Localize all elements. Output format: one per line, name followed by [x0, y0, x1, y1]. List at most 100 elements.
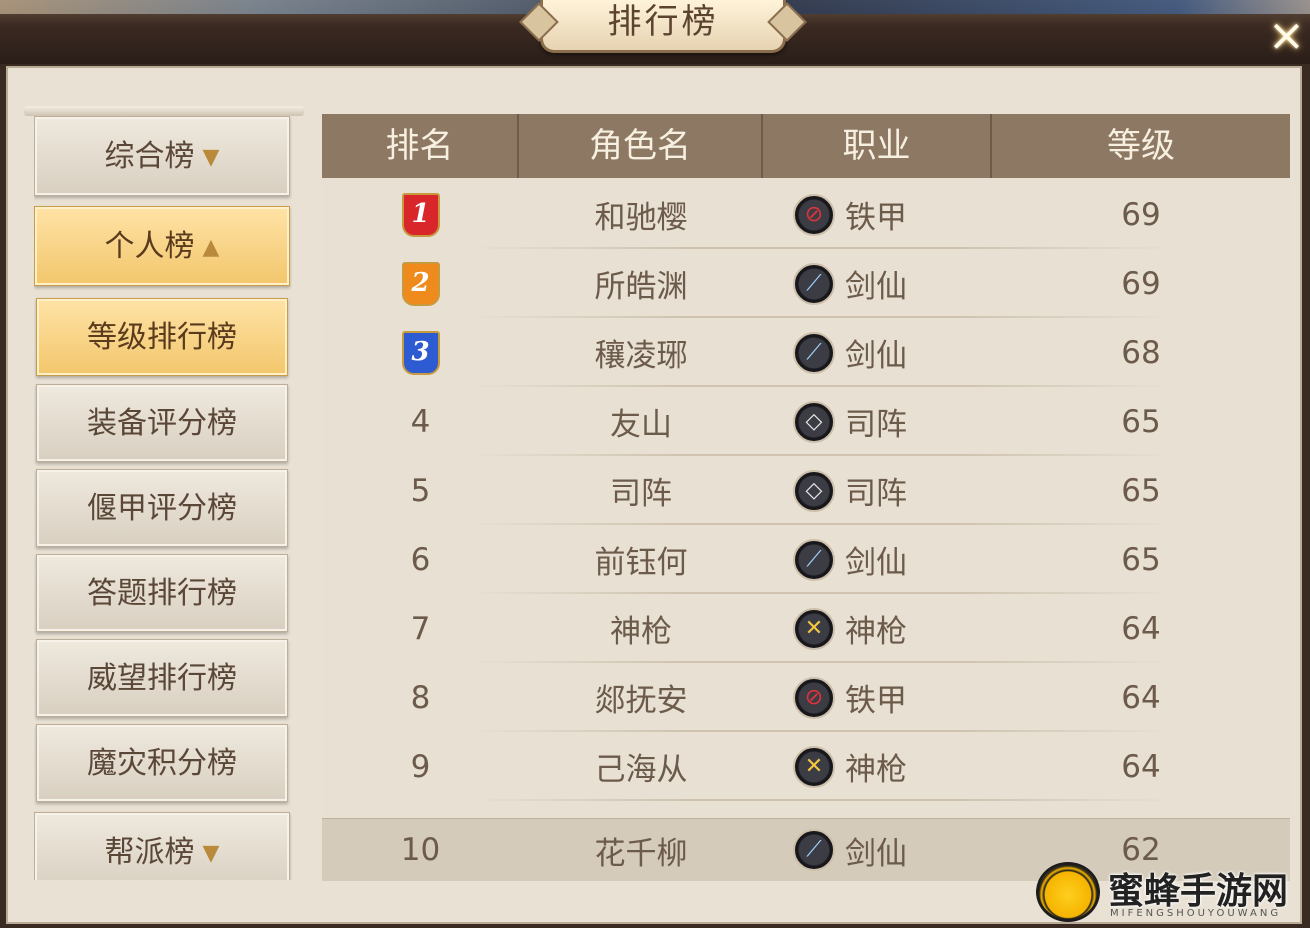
sidebar-item-label: 个人榜: [104, 229, 195, 264]
table-row[interactable]: 7 神枪 ✕ 神枪 64: [322, 594, 1290, 663]
sidebar-item-equipment-rank[interactable]: 装备评分榜: [36, 384, 288, 462]
class-name: 神枪: [845, 614, 907, 650]
class-cell: ⊘ 铁甲: [763, 192, 992, 237]
table-row[interactable]: 4 友山 ◇ 司阵 65: [322, 387, 1290, 456]
ranking-table: 排名 角色名 职业 等级 1 和驰樱 ⊘ 铁甲 69 2 所皓渊 ⟋ 剑仙 69 3 穰凌琊 ⟋ 剑仙 68…: [322, 114, 1290, 881]
sidebar-item-guild[interactable]: 帮派榜 ▼: [34, 812, 290, 880]
sidebar-item-label: 帮派榜: [104, 835, 195, 870]
sidebar-item-personal[interactable]: 个人榜 ▲: [34, 206, 290, 286]
rank-cell: 2: [322, 261, 519, 306]
chevron-down-icon: ▼: [202, 840, 220, 866]
rank-number: 7: [410, 610, 431, 647]
table-row[interactable]: 9 己海从 ✕ 神枪 64: [322, 732, 1290, 801]
rank-cell: 9: [322, 749, 519, 785]
class-cell: ✕ 神枪: [763, 744, 992, 789]
class-cell: ◇ 司阵: [763, 468, 992, 513]
level-value: 69: [1121, 265, 1161, 302]
close-icon[interactable]: ×: [1268, 14, 1305, 58]
sidebar-item-quiz-rank[interactable]: 答题排行榜: [36, 554, 288, 632]
rank-medal-icon: 3: [401, 330, 440, 375]
class-name: 剑仙: [845, 269, 907, 305]
level-value: 65: [1121, 403, 1161, 440]
bee-logo-icon: [1036, 862, 1100, 922]
sizhen-class-icon: ◇: [793, 400, 835, 443]
table-row[interactable]: 1 和驰樱 ⊘ 铁甲 69: [322, 180, 1290, 249]
class-name: 司阵: [845, 407, 907, 443]
character-name: 穰凌琊: [594, 338, 688, 374]
sidebar-item-level-rank[interactable]: 等级排行榜: [36, 298, 288, 376]
sizhen-class-icon: ◇: [793, 469, 835, 512]
class-name: 剑仙: [845, 545, 907, 581]
rank-number: 8: [410, 679, 431, 716]
shenqiang-class-icon: ✕: [793, 607, 835, 650]
class-name: 铁甲: [845, 200, 907, 236]
tiejia-class-icon: ⊘: [793, 676, 835, 719]
header-class: 职业: [763, 114, 992, 178]
watermark-brand: 蜜蜂手游网: [1108, 871, 1289, 912]
window-title: 排行榜: [540, 0, 786, 53]
class-cell: ⟋ 剑仙: [763, 828, 992, 873]
class-cell: ⟋ 剑仙: [763, 330, 992, 375]
rank-cell: 4: [322, 404, 519, 440]
sidebar-item-calamity-rank[interactable]: 魔灾积分榜: [36, 724, 288, 802]
class-name: 铁甲: [845, 683, 907, 719]
sidebar-item-prestige-rank[interactable]: 威望排行榜: [36, 639, 288, 717]
category-sidebar: 综合榜 ▼ 个人榜 ▲ 等级排行榜 装备评分榜 偃甲评分榜 答题排行榜 威望排行榜 …: [34, 116, 292, 880]
rank-number: 9: [410, 748, 431, 785]
tiejia-class-icon: ⊘: [793, 193, 835, 236]
sidebar-item-overall[interactable]: 综合榜 ▼: [34, 116, 290, 196]
class-name: 剑仙: [845, 835, 907, 872]
sidebar-top-edge: [24, 106, 304, 116]
level-value: 65: [1121, 472, 1161, 509]
sidebar-item-label: 综合榜: [104, 139, 195, 174]
character-name: 郯抚安: [594, 683, 688, 719]
table-row[interactable]: 8 郯抚安 ⊘ 铁甲 64: [322, 663, 1290, 732]
table-row[interactable]: 5 司阵 ◇ 司阵 65: [322, 456, 1290, 525]
table-row[interactable]: 2 所皓渊 ⟋ 剑仙 69: [322, 249, 1290, 318]
level-value: 64: [1121, 610, 1161, 647]
character-name: 司阵: [610, 476, 672, 512]
class-name: 司阵: [845, 476, 907, 512]
jianxian-class-icon: ⟋: [793, 331, 835, 374]
rank-number: 6: [410, 541, 431, 578]
level-value: 68: [1121, 334, 1161, 371]
level-value: 69: [1121, 196, 1161, 233]
sidebar-item-armor-rank[interactable]: 偃甲评分榜: [36, 469, 288, 547]
rank-cell: 1: [322, 192, 519, 237]
rank-number: 10: [400, 832, 441, 868]
table-header: 排名 角色名 职业 等级: [322, 114, 1290, 178]
rank-cell: 3: [322, 330, 519, 375]
character-name: 友山: [610, 407, 672, 443]
character-name: 花千柳: [594, 835, 688, 872]
class-name: 神枪: [845, 752, 907, 788]
character-name: 前钰何: [594, 545, 688, 581]
level-value: 64: [1121, 679, 1161, 716]
rank-cell: 10: [322, 832, 519, 868]
class-cell: ⟋ 剑仙: [763, 261, 992, 306]
table-row[interactable]: 6 前钰何 ⟋ 剑仙 65: [322, 525, 1290, 594]
jianxian-class-icon: ⟋: [793, 538, 835, 581]
rank-cell: 8: [322, 680, 519, 716]
level-value: 64: [1121, 748, 1161, 785]
chevron-up-icon: ▲: [202, 234, 220, 260]
character-name: 所皓渊: [594, 269, 688, 305]
rank-cell: 6: [322, 542, 519, 578]
watermark-logo: 蜜蜂手游网 MIFENGSHOUYOUWANG: [1036, 858, 1306, 924]
character-name: 神枪: [610, 614, 672, 650]
rank-number: 5: [410, 472, 431, 509]
table-row[interactable]: 3 穰凌琊 ⟋ 剑仙 68: [322, 318, 1290, 387]
level-value: 65: [1121, 541, 1161, 578]
header-name: 角色名: [519, 114, 763, 178]
class-name: 剑仙: [845, 338, 907, 374]
class-cell: ◇ 司阵: [763, 399, 992, 444]
character-name: 己海从: [594, 752, 688, 788]
character-name: 和驰樱: [594, 200, 688, 236]
class-cell: ⊘ 铁甲: [763, 675, 992, 720]
chevron-down-icon: ▼: [202, 144, 220, 170]
rank-cell: 5: [322, 473, 519, 509]
rank-number: 4: [410, 403, 431, 440]
class-cell: ✕ 神枪: [763, 606, 992, 651]
jianxian-class-icon: ⟋: [793, 829, 835, 871]
header-rank: 排名: [322, 114, 519, 178]
rank-medal-icon: 1: [401, 192, 440, 237]
